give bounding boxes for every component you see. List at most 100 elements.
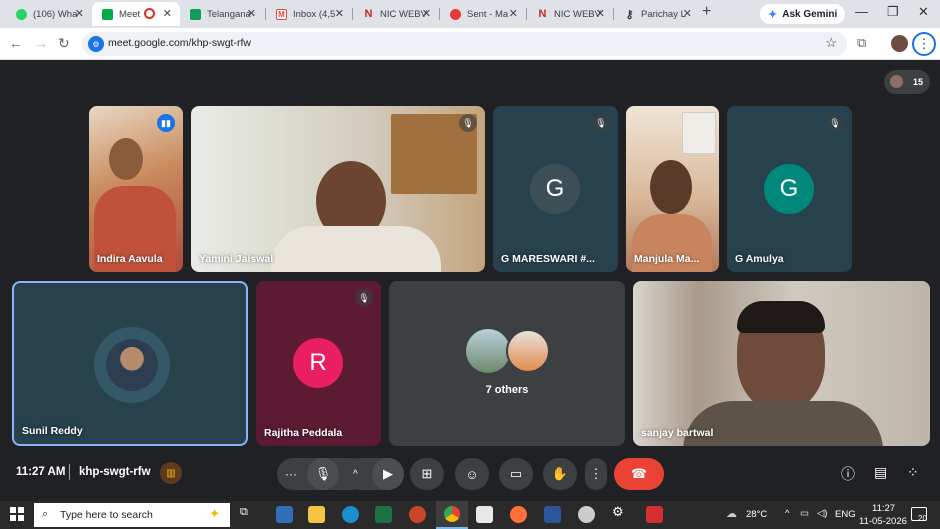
video-tile[interactable]: G 🎙 G Amulya	[727, 106, 852, 272]
more-options-button[interactable]: ⋮	[585, 458, 607, 490]
participant-count: 15	[912, 77, 923, 87]
powerpoint-icon[interactable]	[409, 506, 426, 523]
camera-button[interactable]: ▶	[372, 458, 404, 490]
edge-icon[interactable]	[342, 506, 359, 523]
tray-chevron-icon[interactable]: ^	[785, 508, 789, 519]
tab-nic-webmail-1[interactable]: N NIC WEBV ✕	[353, 2, 439, 26]
address-bar[interactable]: ⚙ meet.google.com/khp-swgt-rfw ☆	[82, 32, 847, 56]
chrome-alt-icon[interactable]	[578, 506, 595, 523]
avatar	[506, 329, 550, 373]
close-tab-icon[interactable]: ✕	[683, 7, 692, 20]
raise-hand-button[interactable]: ✋	[543, 458, 577, 490]
tab-label: (106) Wha	[33, 8, 78, 20]
close-window-button[interactable]: ✕	[918, 4, 929, 20]
profile-avatar[interactable]	[891, 35, 908, 52]
tab-label: NIC WEBV	[554, 8, 601, 20]
settings-icon[interactable]: ⚙	[612, 504, 629, 521]
tab-sent-mail[interactable]: Sent - Ma ✕	[440, 2, 526, 26]
maximize-button[interactable]: ❐	[887, 4, 899, 20]
chrome-taskbar-button[interactable]	[436, 501, 468, 529]
others-tile[interactable]: 7 others	[389, 281, 625, 446]
webmail-icon	[450, 8, 461, 20]
chat-icon[interactable]: ▤	[874, 464, 887, 481]
tab-label: Telangana	[207, 8, 251, 20]
firefox-icon[interactable]	[510, 506, 527, 523]
org-badge-icon[interactable]: ▥	[160, 462, 182, 484]
close-tab-icon[interactable]: ✕	[75, 7, 84, 20]
video-tile[interactable]: G 🎙 G MARESWARI #...	[493, 106, 618, 272]
chevron-up-icon[interactable]: ^	[353, 469, 358, 480]
video-tile[interactable]: R 🎙 Rajitha Peddala	[256, 281, 381, 446]
video-tile[interactable]: Manjula Ma...	[626, 106, 719, 272]
participant-video	[109, 138, 143, 180]
language-indicator[interactable]: ENG	[835, 509, 856, 520]
search-placeholder: Type here to search	[60, 509, 153, 521]
divider	[69, 464, 70, 480]
speaking-indicator-icon: ▮▮	[157, 114, 175, 132]
windows-start-icon[interactable]	[10, 507, 24, 521]
app-icon[interactable]	[276, 506, 293, 523]
captions-button[interactable]: ▭	[499, 458, 533, 490]
close-tab-icon[interactable]: ✕	[422, 7, 431, 20]
pdf-icon[interactable]	[646, 506, 663, 523]
new-tab-button[interactable]: +	[702, 3, 711, 21]
avatar: G	[764, 164, 814, 214]
more-audio-options-icon[interactable]: ···	[285, 467, 297, 481]
close-tab-icon[interactable]: ✕	[335, 7, 344, 20]
close-tab-icon[interactable]: ✕	[596, 7, 605, 20]
avatar-initial: R	[309, 349, 327, 376]
tab-meet[interactable]: Meet ✕	[92, 2, 180, 26]
video-tile-pinned[interactable]: Sunil Reddy	[12, 281, 248, 446]
meeting-info-icon[interactable]: ⓘ	[841, 464, 855, 484]
back-icon[interactable]: ←	[9, 35, 23, 51]
microphone-button[interactable]: 🎙	[307, 458, 339, 490]
participant-avatar	[890, 75, 903, 88]
taskbar-search-box[interactable]: ⌕ Type here to search ✦	[34, 503, 230, 527]
reload-icon[interactable]: ↻	[58, 35, 70, 52]
bookmark-star-icon[interactable]: ☆	[825, 35, 837, 51]
search-highlight-icon: ✦	[209, 506, 220, 521]
tab-nic-webmail-2[interactable]: N NIC WEBV ✕	[527, 2, 613, 26]
close-tab-icon[interactable]: ✕	[163, 7, 172, 20]
clock-time[interactable]: 11:27	[872, 503, 895, 514]
file-explorer-icon[interactable]	[308, 506, 325, 523]
weather-icon[interactable]: ☁	[726, 507, 737, 520]
reactions-button[interactable]: ☺	[455, 458, 489, 490]
video-tile[interactable]: 🎙 Yamini Jaiswal	[191, 106, 485, 272]
meeting-code[interactable]: khp-swgt-rfw	[79, 466, 151, 478]
forward-icon[interactable]: →	[34, 35, 48, 51]
close-tab-icon[interactable]: ✕	[247, 7, 256, 20]
menu-kebab-icon[interactable]: ⋮	[912, 32, 936, 56]
participant-name: Indira Aavula	[97, 253, 163, 265]
cast-icon[interactable]: ⧉	[857, 35, 866, 51]
volume-icon[interactable]: ◁)	[817, 508, 827, 519]
participants-button[interactable]: 15	[884, 70, 930, 94]
weather-temp[interactable]: 28°C	[746, 509, 767, 520]
clock-date[interactable]: 11-05-2026	[859, 516, 907, 527]
network-icon[interactable]: ▭	[800, 508, 809, 519]
ask-gemini-button[interactable]: ✦ Ask Gemini	[760, 4, 846, 24]
task-view-icon[interactable]: ⧉	[240, 506, 257, 523]
address-toolbar: ← → ↻ ⚙ meet.google.com/khp-swgt-rfw ☆ ⧉…	[0, 28, 940, 60]
tab-telangana[interactable]: Telangana ✕	[180, 2, 264, 26]
nic-icon: N	[364, 8, 373, 20]
avatar: G	[530, 164, 580, 214]
word-icon[interactable]	[544, 506, 561, 523]
site-info-icon[interactable]: ⚙	[88, 36, 104, 52]
participant-name: G Amulya	[735, 253, 784, 265]
video-tile[interactable]: ▮▮ Indira Aavula	[89, 106, 183, 272]
tab-whatsapp[interactable]: (106) Wha ✕	[6, 2, 92, 26]
tab-parichay[interactable]: ⚷ Parichay L ✕	[614, 2, 700, 26]
excel-icon[interactable]	[375, 506, 392, 523]
close-tab-icon[interactable]: ✕	[509, 7, 518, 20]
activities-icon[interactable]: ⁘	[907, 464, 919, 481]
minimize-button[interactable]: —	[855, 4, 868, 19]
url-text[interactable]: meet.google.com/khp-swgt-rfw	[108, 37, 251, 49]
present-button[interactable]: ⊞	[410, 458, 444, 490]
leave-call-button[interactable]: ☎	[614, 458, 664, 490]
store-icon[interactable]	[476, 506, 493, 523]
tab-inbox[interactable]: M Inbox (4,5 ✕	[266, 2, 352, 26]
others-label: 7 others	[485, 384, 529, 396]
video-tile[interactable]: sanjay bartwal	[633, 281, 930, 446]
tab-label: NIC WEBV	[380, 8, 427, 20]
